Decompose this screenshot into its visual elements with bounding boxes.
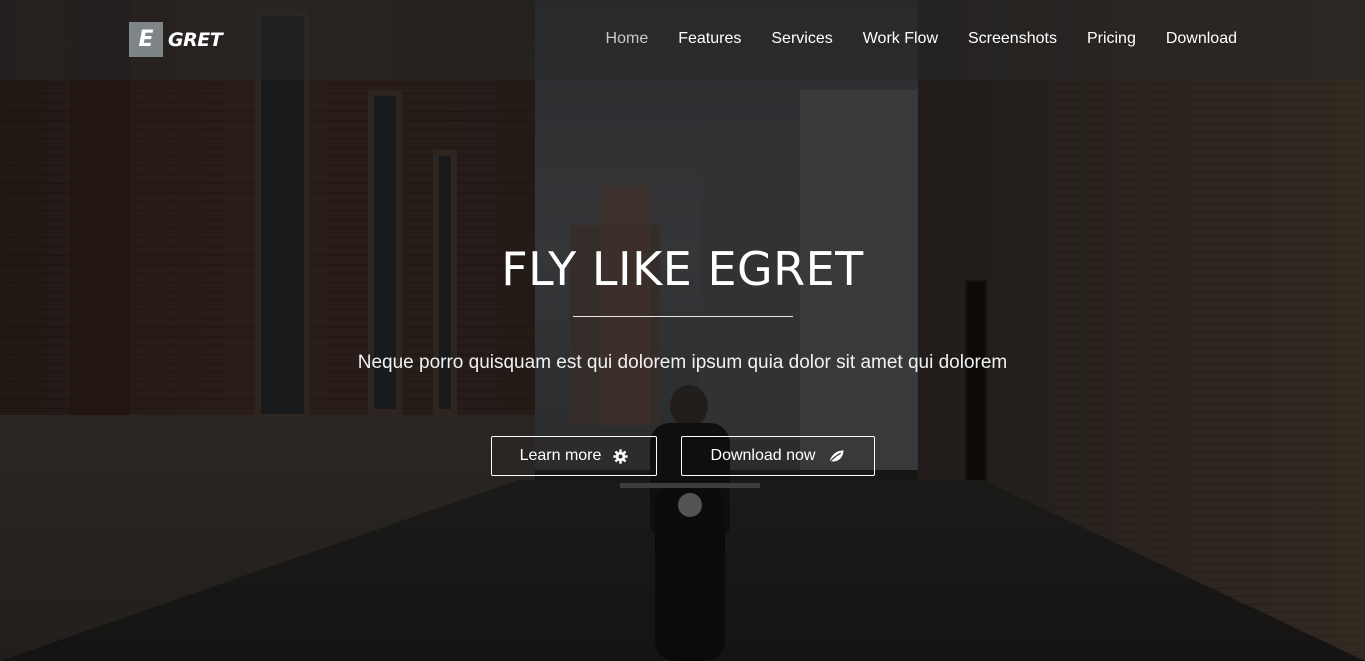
nav-item-features[interactable]: Features [678,28,741,50]
navbar: E GRET Home Features Services Work Flow … [0,0,1365,80]
nav-item-screenshots[interactable]: Screenshots [968,28,1057,50]
logo-letter-box: E [129,22,163,57]
nav-item-download[interactable]: Download [1166,28,1237,50]
hero-subtitle: Neque porro quisquam est qui dolorem ips… [357,352,1008,373]
gear-icon [613,448,629,464]
download-now-label: Download now [710,447,816,464]
learn-more-button[interactable]: Learn more [491,436,657,476]
nav-item-services[interactable]: Services [771,28,832,50]
dark-overlay [0,0,1365,661]
leaf-icon [827,449,845,464]
learn-more-label: Learn more [519,447,602,464]
logo-text: GRET [168,28,223,51]
download-now-button[interactable]: Download now [681,436,875,476]
main-nav: Home Features Services Work Flow Screens… [576,28,1237,50]
nav-item-work-flow[interactable]: Work Flow [863,28,938,50]
nav-item-home[interactable]: Home [606,28,649,50]
hero-title: FLY LIKE EGRET [501,242,864,296]
hero-divider [573,316,793,317]
brand-logo[interactable]: E GRET [129,22,223,57]
nav-item-pricing[interactable]: Pricing [1087,28,1136,50]
